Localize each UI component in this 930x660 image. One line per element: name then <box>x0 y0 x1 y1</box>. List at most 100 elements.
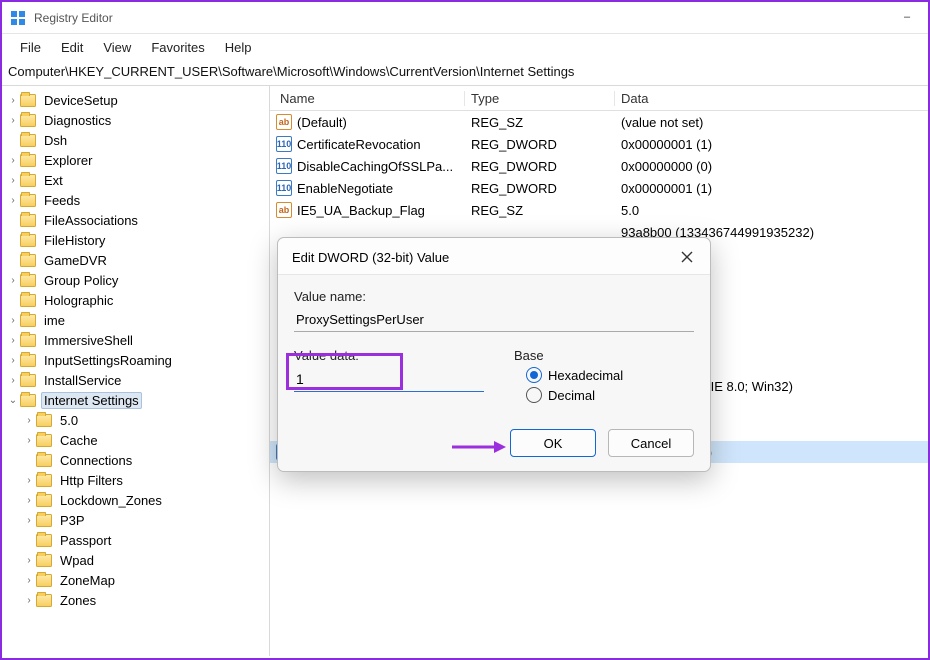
tree-item-label: Explorer <box>41 152 95 169</box>
chevron-right-icon[interactable]: › <box>22 595 36 606</box>
radio-decimal[interactable]: Decimal <box>526 387 694 403</box>
tree-item-label: Diagnostics <box>41 112 114 129</box>
ok-button[interactable]: OK <box>510 429 596 457</box>
address-bar[interactable]: Computer\HKEY_CURRENT_USER\Software\Micr… <box>2 60 928 86</box>
value-type: REG_SZ <box>465 203 615 218</box>
col-type-header[interactable]: Type <box>465 91 615 106</box>
value-data-field[interactable] <box>294 367 484 392</box>
tree-item[interactable]: › Lockdown_Zones <box>2 490 269 510</box>
chevron-right-icon[interactable]: › <box>22 495 36 506</box>
tree-item-label: InputSettingsRoaming <box>41 352 175 369</box>
tree-item[interactable]: › Cache <box>2 430 269 450</box>
tree-item[interactable]: ›Group Policy <box>2 270 269 290</box>
tree-item[interactable]: ›FileAssociations <box>2 210 269 230</box>
chevron-down-icon[interactable]: ⌄ <box>6 395 20 406</box>
tree-pane[interactable]: ›DeviceSetup›Diagnostics›Dsh›Explorer›Ex… <box>2 86 270 656</box>
menu-edit[interactable]: Edit <box>53 37 91 58</box>
menu-help[interactable]: Help <box>217 37 260 58</box>
list-row[interactable]: 110CertificateRevocationREG_DWORD0x00000… <box>270 133 928 155</box>
chevron-right-icon[interactable]: › <box>22 555 36 566</box>
chevron-right-icon[interactable]: › <box>6 195 20 206</box>
folder-icon <box>36 534 52 547</box>
tree-item[interactable]: › Feeds <box>2 190 269 210</box>
tree-item-label: Feeds <box>41 192 83 209</box>
value-data: (value not set) <box>615 115 928 130</box>
tree-item-label: P3P <box>57 512 88 529</box>
minimize-button[interactable]: – <box>900 12 914 23</box>
dialog-title: Edit DWORD (32-bit) Value <box>292 250 449 265</box>
chevron-right-icon[interactable]: › <box>6 115 20 126</box>
tree-item-label: Zones <box>57 592 99 609</box>
tree-item[interactable]: › ZoneMap <box>2 570 269 590</box>
tree-item[interactable]: ›Dsh <box>2 130 269 150</box>
chevron-right-icon[interactable]: › <box>6 315 20 326</box>
col-data-header[interactable]: Data <box>615 91 928 106</box>
chevron-right-icon[interactable]: › <box>22 475 36 486</box>
tree-item[interactable]: › Wpad <box>2 550 269 570</box>
tree-item[interactable]: ›Holographic <box>2 290 269 310</box>
chevron-right-icon[interactable]: › <box>6 155 20 166</box>
tree-item[interactable]: › InputSettingsRoaming <box>2 350 269 370</box>
list-row[interactable]: ab(Default)REG_SZ(value not set) <box>270 111 928 133</box>
menu-file[interactable]: File <box>12 37 49 58</box>
tree-item[interactable]: ⌄Internet Settings <box>2 390 269 410</box>
edit-dword-dialog: Edit DWORD (32-bit) Value Value name: Va… <box>277 237 711 472</box>
list-row[interactable]: 110EnableNegotiateREG_DWORD0x00000001 (1… <box>270 177 928 199</box>
tree-item-label: Holographic <box>41 292 116 309</box>
tree-item[interactable]: › Explorer <box>2 150 269 170</box>
menu-favorites[interactable]: Favorites <box>143 37 212 58</box>
chevron-right-icon[interactable]: › <box>6 355 20 366</box>
chevron-right-icon[interactable]: › <box>22 435 36 446</box>
chevron-right-icon[interactable]: › <box>6 95 20 106</box>
dword-value-icon: 110 <box>276 136 292 152</box>
tree-item-label: Lockdown_Zones <box>57 492 165 509</box>
tree-item[interactable]: ›Connections <box>2 450 269 470</box>
folder-icon <box>20 194 36 207</box>
folder-icon <box>20 274 36 287</box>
tree-item[interactable]: ›FileHistory <box>2 230 269 250</box>
tree-item[interactable]: › Diagnostics <box>2 110 269 130</box>
radio-hexadecimal[interactable]: Hexadecimal <box>526 367 694 383</box>
list-row[interactable]: 110DisableCachingOfSSLPa...REG_DWORD0x00… <box>270 155 928 177</box>
value-type: REG_DWORD <box>465 159 615 174</box>
value-name-field[interactable] <box>294 308 694 332</box>
value-data: 0x00000000 (0) <box>615 159 928 174</box>
folder-icon <box>36 574 52 587</box>
tree-item[interactable]: ›5.0 <box>2 410 269 430</box>
chevron-right-icon[interactable]: › <box>22 515 36 526</box>
tree-item[interactable]: ›ime <box>2 310 269 330</box>
chevron-right-icon[interactable]: › <box>6 335 20 346</box>
list-row[interactable]: abIE5_UA_Backup_FlagREG_SZ5.0 <box>270 199 928 221</box>
tree-item[interactable]: › Zones <box>2 590 269 610</box>
value-type: REG_SZ <box>465 115 615 130</box>
close-icon[interactable] <box>678 248 696 266</box>
chevron-right-icon[interactable]: › <box>6 375 20 386</box>
tree-item[interactable]: ›GameDVR <box>2 250 269 270</box>
value-name: EnableNegotiate <box>297 181 393 196</box>
chevron-right-icon[interactable]: › <box>6 175 20 186</box>
tree-item[interactable]: ›Http Filters <box>2 470 269 490</box>
col-name-header[interactable]: Name <box>270 91 465 106</box>
folder-icon <box>36 554 52 567</box>
tree-item[interactable]: ›InstallService <box>2 370 269 390</box>
tree-item-label: Cache <box>57 432 101 449</box>
tree-item[interactable]: ›Ext <box>2 170 269 190</box>
menu-bar: File Edit View Favorites Help <box>2 34 928 60</box>
chevron-right-icon[interactable]: › <box>22 415 36 426</box>
chevron-right-icon[interactable]: › <box>22 575 36 586</box>
tree-item[interactable]: › P3P <box>2 510 269 530</box>
chevron-right-icon[interactable]: › <box>6 275 20 286</box>
tree-item-label: ZoneMap <box>57 572 118 589</box>
tree-item[interactable]: ›ImmersiveShell <box>2 330 269 350</box>
value-type: REG_DWORD <box>465 137 615 152</box>
tree-item[interactable]: ›DeviceSetup <box>2 90 269 110</box>
folder-icon <box>36 494 52 507</box>
tree-item[interactable]: ›Passport <box>2 530 269 550</box>
radio-icon <box>526 387 542 403</box>
value-name: CertificateRevocation <box>297 137 421 152</box>
menu-view[interactable]: View <box>95 37 139 58</box>
tree-item-label: Wpad <box>57 552 97 569</box>
folder-icon <box>20 174 36 187</box>
cancel-button[interactable]: Cancel <box>608 429 694 457</box>
folder-icon <box>36 414 52 427</box>
